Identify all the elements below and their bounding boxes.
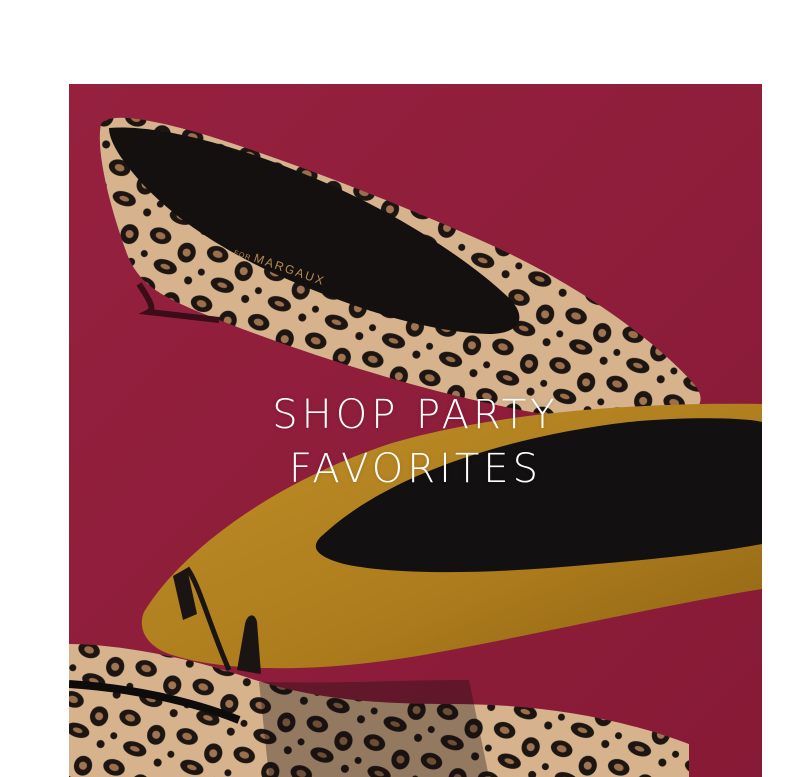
headline-line-2: FAVORITES (289, 446, 542, 492)
shop-party-favorites-banner[interactable]: FORMARGAUX SHOP PARTY FAVORITES (69, 84, 762, 777)
banner-headline: SHOP PARTY FAVORITES (69, 388, 762, 496)
headline-line-1: SHOP PARTY (272, 392, 559, 438)
